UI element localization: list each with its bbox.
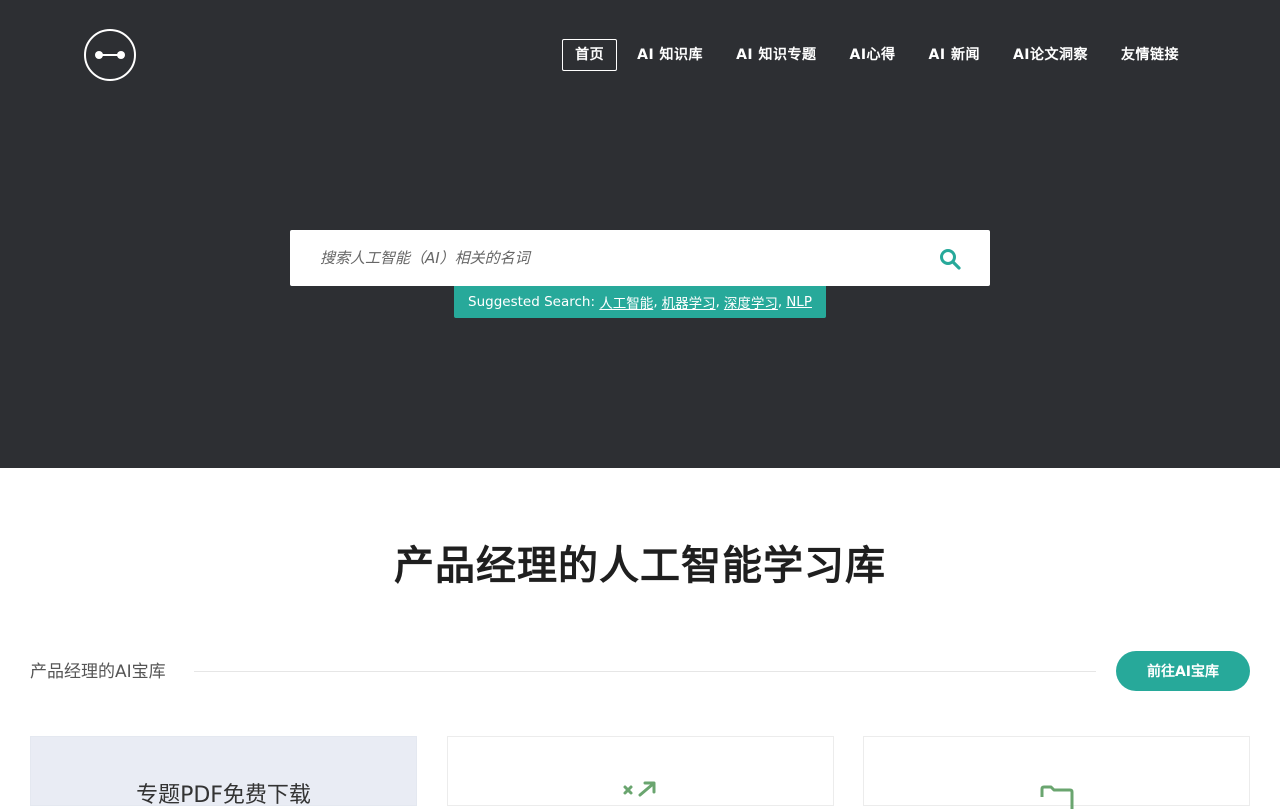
page-title: 产品经理的人工智能学习库 [394,543,886,589]
suggested-search-prefix: Suggested Search: [468,294,596,310]
card-title: 专题PDF免费下载 [136,783,311,808]
nav-item-links[interactable]: 友情链接 [1108,39,1192,71]
nav-item-knowledge-base[interactable]: AI 知识库 [624,39,716,71]
suggest-link-ai[interactable]: 人工智能 [599,292,653,312]
card-folder[interactable] [863,736,1250,809]
nav-item-insights[interactable]: AI心得 [836,39,908,71]
suggest-link-nlp[interactable]: NLP [786,294,812,310]
search-icon[interactable] [938,247,962,271]
goto-ai-library-button[interactable]: 前往AI宝库 [1116,651,1250,691]
suggested-search: Suggested Search: 人工智能, 机器学习, 深度学习, NLP [454,286,826,318]
section-title: 产品经理的AI宝库 [30,662,166,682]
card-shuffle[interactable] [447,736,834,806]
folder-icon [1040,785,1073,809]
hero-section: 首页 AI 知识库 AI 知识专题 AI心得 AI 新闻 AI论文洞察 友情链接… [0,0,1280,468]
suggest-link-ml[interactable]: 机器学习 [662,292,716,312]
nav-item-papers[interactable]: AI论文洞察 [1000,39,1101,71]
card-pdf-download[interactable]: 专题PDF免费下载 [30,736,417,808]
search-box [290,230,990,286]
main-nav: 首页 AI 知识库 AI 知识专题 AI心得 AI 新闻 AI论文洞察 友情链接 [555,39,1192,71]
search-input[interactable] [290,230,910,286]
nav-item-topics[interactable]: AI 知识专题 [723,39,829,71]
site-logo[interactable] [84,29,136,81]
shuffle-arrows-icon [623,781,655,797]
suggest-link-dl[interactable]: 深度学习 [724,292,778,312]
nav-item-home[interactable]: 首页 [562,39,618,71]
nav-item-news[interactable]: AI 新闻 [916,39,993,71]
logo-dot-right [117,51,125,59]
section-divider [194,671,1096,672]
